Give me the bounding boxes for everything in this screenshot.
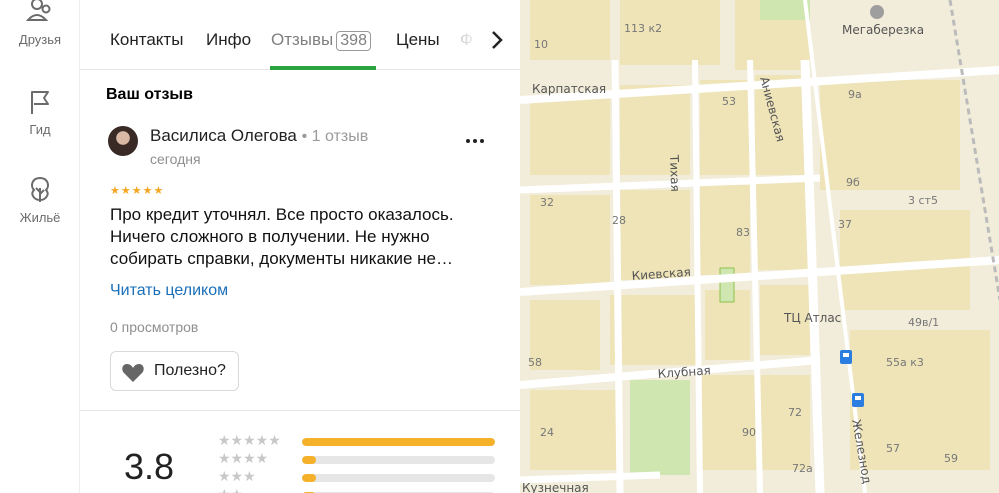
tab-bar: Контакты Инфо Отзывы398 Цены Ф: [80, 0, 520, 70]
house-number: 9а: [848, 88, 862, 101]
house-number: 37: [838, 218, 852, 231]
rail-item-housing[interactable]: Жильё: [0, 176, 80, 225]
tabs-fade: [452, 20, 482, 60]
chevron-right-icon[interactable]: [485, 28, 509, 52]
rail-item-label: Друзья: [18, 32, 62, 47]
review-author[interactable]: Василиса Олегова • 1 отзыв: [150, 126, 368, 146]
useful-button[interactable]: Полезно?: [110, 351, 239, 391]
rating-bar: [302, 474, 495, 482]
tab-prices[interactable]: Цены: [396, 30, 440, 50]
house-number: 72: [788, 406, 802, 419]
house-number: 32: [540, 196, 554, 209]
review-text-line: Про кредит уточнял. Все просто оказалось…: [110, 205, 454, 224]
house-number: 57: [886, 442, 900, 455]
house-number: 3 ст5: [908, 194, 938, 207]
tab-reviews-label: Отзывы: [271, 30, 334, 49]
rating-row-2: ★★: [218, 486, 518, 493]
rating-row-stars: ★★★★★: [218, 432, 281, 448]
active-tab-indicator: [270, 66, 376, 70]
street-label: Кузнечная: [522, 481, 589, 493]
house-number: 113 к2: [624, 22, 662, 35]
green-area: [760, 0, 810, 20]
flag-icon: [31, 91, 49, 114]
divider: [80, 410, 520, 411]
house-number: 83: [736, 226, 750, 239]
rating-bar-fill: [302, 474, 316, 482]
rating-row-3: ★★★: [218, 468, 518, 484]
review-stars: ★★★★★: [110, 185, 165, 197]
your-review-title: Ваш отзыв: [106, 86, 193, 103]
house-number: 53: [722, 95, 736, 108]
rail-item-label: Жильё: [19, 210, 61, 225]
house-number: 49в/1: [908, 316, 939, 329]
bus-stop-icon[interactable]: [852, 393, 864, 407]
house-number: 9б: [846, 176, 860, 189]
avatar[interactable]: [108, 126, 138, 156]
street-label: Тихая: [667, 154, 682, 192]
house-number: 10: [534, 38, 548, 51]
rating-row-4: ★★★★: [218, 450, 518, 466]
heart-icon: [122, 364, 144, 382]
author-reviews-count: 1 отзыв: [311, 128, 369, 145]
green-area: [630, 380, 690, 475]
shop-pin-icon[interactable]: [870, 5, 884, 19]
house-number: 24: [540, 426, 554, 439]
rating-row-stars: ★★: [218, 486, 243, 493]
review-text-line: Ничего сложного в получении. Не нужно: [110, 227, 430, 246]
read-more-link[interactable]: Читать целиком: [110, 282, 228, 300]
rail-item-label: Гид: [29, 122, 51, 137]
house-number: 28: [612, 214, 626, 227]
more-icon[interactable]: [465, 134, 485, 148]
tab-reviews[interactable]: Отзывы 398: [271, 30, 371, 51]
place-label: ТЦ Атлас: [783, 311, 841, 325]
review-text: Про кредит уточнял. Все просто оказалось…: [110, 204, 480, 270]
rail-item-guide[interactable]: Гид: [0, 88, 80, 137]
author-meta: • 1 отзыв: [301, 128, 369, 145]
rating-bar-fill: [302, 456, 316, 464]
rating-bar-fill: [302, 438, 495, 446]
review-date: сегодня: [150, 151, 201, 167]
house-number: 72а: [792, 462, 813, 475]
house-number: 58: [528, 356, 542, 369]
tab-contacts[interactable]: Контакты: [110, 30, 183, 50]
rating-row-5: ★★★★★: [218, 432, 518, 448]
street-label: Карпатская: [532, 82, 606, 96]
house-number: 90: [742, 426, 756, 439]
house-number: 59: [944, 452, 958, 465]
rating-row-stars: ★★★★: [218, 450, 269, 466]
green-area: [719, 267, 735, 303]
useful-label: Полезно?: [154, 362, 226, 379]
tab-info[interactable]: Инфо: [206, 30, 251, 50]
rating-bar: [302, 438, 495, 446]
friends-icon: [26, 0, 51, 21]
map-view[interactable]: Карпатская Тихая Аниевская Киевская Клуб…: [520, 0, 999, 493]
rating-value: 3.8: [124, 446, 175, 487]
map-canvas[interactable]: Карпатская Тихая Аниевская Киевская Клуб…: [520, 0, 999, 493]
bus-stop-icon[interactable]: [840, 350, 852, 364]
author-name: Василиса Олегова: [150, 126, 297, 145]
review-text-line: собирать справки, документы никакие не…: [110, 249, 453, 268]
rating-row-stars: ★★★: [218, 468, 256, 484]
left-rail: Друзья Гид Жильё: [0, 0, 80, 493]
place-label: Мегаберезка: [842, 23, 924, 37]
place-panel: Контакты Инфо Отзывы398 Цены Ф Ваш отзыв…: [80, 0, 520, 493]
housing-icon: [31, 176, 49, 202]
reviews-count-badge: 398: [336, 31, 371, 51]
rating-bar: [302, 456, 495, 464]
rail-item-friends[interactable]: Друзья: [0, 0, 80, 47]
views-count: 0 просмотров: [110, 319, 199, 335]
house-number: 55а к3: [886, 356, 924, 369]
